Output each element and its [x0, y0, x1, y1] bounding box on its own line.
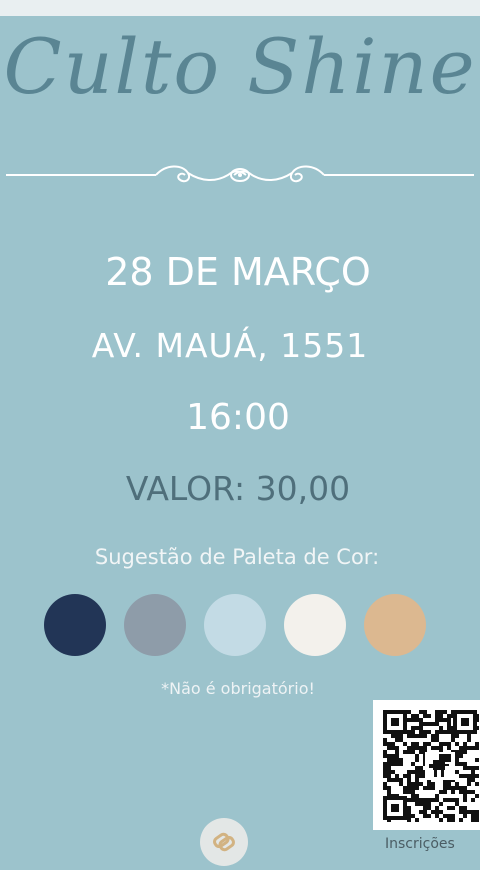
color-palette: [44, 594, 426, 656]
qr-finder-top-left: [383, 710, 407, 734]
link-badge[interactable]: [200, 818, 248, 866]
event-time: 16:00: [186, 397, 290, 438]
color-swatch-off-white: [284, 594, 346, 656]
event-date: 28 DE MARÇO: [105, 250, 371, 294]
event-price: VALOR: 30,00: [125, 469, 351, 508]
qr-finder-bottom-left: [383, 796, 407, 820]
palette-title: Sugestão de Paleta de Cor:: [94, 545, 380, 569]
palette-note: *Não é obrigatório!: [161, 679, 315, 698]
color-swatch-slate: [124, 594, 186, 656]
ornament-divider: [6, 165, 474, 183]
qr-finder-top-right: [453, 710, 477, 734]
qr-code-card[interactable]: [373, 700, 480, 830]
color-swatch-beige: [364, 594, 426, 656]
top-band: [0, 0, 480, 16]
color-swatch-light-blue: [204, 594, 266, 656]
event-address: AV. MAUÁ, 1551: [91, 326, 369, 365]
event-title: Culto Shine: [3, 22, 477, 111]
color-swatch-navy: [44, 594, 106, 656]
link-icon: [213, 832, 235, 852]
qr-label: Inscrições: [385, 836, 455, 852]
qr-code[interactable]: [373, 700, 480, 830]
